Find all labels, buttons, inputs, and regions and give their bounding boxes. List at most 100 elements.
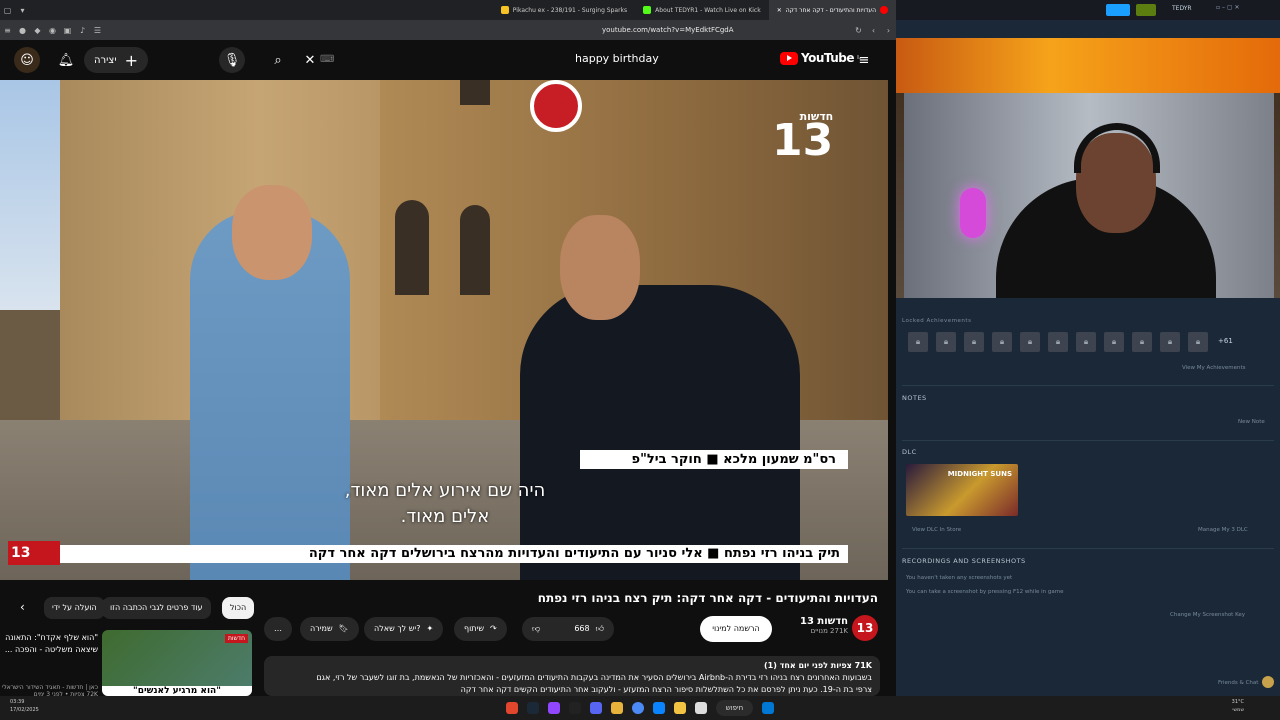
notification-icon[interactable] [1136,4,1156,16]
view-dlc-link[interactable]: View DLC In Store [912,527,961,533]
description-text: בשבועות האחרונים רצח בניהו רזי בדירת ה-A… [316,673,872,682]
app-icon[interactable] [610,702,623,714]
lock-icon[interactable]: 🔒︎ [964,332,984,352]
steam-title-bar: TEDYR ▫ – ▢ ✕ [896,0,1280,20]
video-scene [460,80,490,105]
extension-icon[interactable]: ◉ [48,26,57,35]
description-box[interactable]: 71K צפיות לפני יום אחד (1) בשבועות האחרו… [264,656,880,696]
steam-app-icon[interactable] [526,702,539,714]
youtube-logo[interactable]: YouTube IL [780,51,861,65]
taskbar-search[interactable]: חיפוש [715,700,754,716]
weather-widget[interactable]: 31°C שמשי [1232,698,1244,714]
webcam-overlay [896,38,1280,298]
video-player[interactable]: חדשות 13 רס"מ שמעון מלכא ■ חוקר ביל"פ הי… [0,80,888,580]
recommended-channel: כאן | חדשות - תאגיד השידור הישראלי [2,684,98,691]
tab-youtube[interactable]: ✕ העדויות והתיעודים - דקה אחר דקה [768,0,896,20]
extension-icon[interactable]: ◆ [33,26,42,35]
window-controls[interactable]: ▫ – ▢ ✕ [1216,4,1239,11]
recommended-video[interactable]: חדשות "הוא מרגיע לאנשים" "הוא שלף אקדח":… [0,630,256,698]
search-icon[interactable]: ⌕ [265,47,291,73]
divider [902,440,1274,441]
app-icon[interactable] [547,702,560,714]
description-text: צרפי בת ה-19. כעת ניתן לפרסם את כל השתלש… [460,685,872,694]
tab-kick[interactable]: About TEDYR1 - Watch Live on Kick [635,0,769,20]
lock-icon[interactable]: 🔒︎ [992,332,1012,352]
channel-name[interactable]: חדשות 13 [790,616,848,627]
lock-icon[interactable]: 🔒︎ [1188,332,1208,352]
edge-app-icon[interactable] [652,702,665,714]
ask-button[interactable]: יש לך שאלה? ✦ [364,617,444,641]
search-input[interactable]: happy birthday [575,52,659,65]
tab-close-icon[interactable]: ✕ [777,7,782,14]
subscribe-button[interactable]: הרשמה למינוי [700,616,772,642]
dlc-thumbnail[interactable]: MIDNIGHT SUNS [906,464,1018,516]
change-screenshot-key-link[interactable]: Change My Screenshot Key [1170,612,1245,618]
lock-icon[interactable]: 🔒︎ [908,332,928,352]
lock-icon[interactable]: 🔒︎ [1160,332,1180,352]
avatar[interactable]: ☺ [14,47,40,73]
keyboard-icon[interactable]: ⌨ [320,47,334,73]
recommended-title: "הוא שלף אקדח": התאונה שיצאה משליטה - וה… [4,633,98,654]
lock-icon[interactable]: 🔒︎ [1132,332,1152,352]
extension-icon[interactable]: ▣ [63,26,72,35]
back-icon[interactable]: ‹ [869,26,878,35]
taskbar-clock-left: 03:39 17/02/2025 [10,698,39,714]
dislike-icon[interactable]: 👎︎ [532,617,540,641]
app-icon[interactable] [505,702,518,714]
lock-icon[interactable]: 🔒︎ [1048,332,1068,352]
menu-icon[interactable]: ≡ [3,26,12,35]
explorer-app-icon[interactable] [673,702,686,714]
achievements-more[interactable]: +61 [1218,337,1233,345]
chevron-left-icon[interactable]: ‹ [20,600,25,614]
friends-chat-button[interactable]: Friends & Chat [1218,680,1258,686]
chip-uploaded-by[interactable]: הועלה על ידי [44,597,105,619]
windows-start-icon[interactable] [762,702,775,714]
video-person [232,185,312,280]
lock-icon[interactable]: 🔒︎ [936,332,956,352]
mic-icon[interactable]: 🎙︎ [219,47,245,73]
recordings-text: You haven't taken any screenshots yet [906,575,1013,581]
recommended-thumbnail[interactable]: חדשות "הוא מרגיע לאנשים" [102,630,252,696]
bell-icon[interactable]: 🔔︎ [53,47,79,73]
refresh-icon[interactable]: ↻ [854,26,863,35]
app-icon[interactable] [694,702,707,714]
app-icon[interactable] [568,702,581,714]
window-menu-icon[interactable]: ▢ [3,6,12,15]
like-count: 668 [574,624,590,633]
url-field[interactable]: youtube.com/watch?v=MyEdktFCgdA [602,20,734,40]
extension-icon[interactable]: ♪ [78,26,87,35]
chat-avatar[interactable] [1262,676,1274,688]
like-dislike-group: 👎︎ 668 👍︎ [522,617,614,641]
no-entry-sign [530,80,582,132]
view-achievements-link[interactable]: View My Achievements [1182,365,1246,371]
lock-icon[interactable]: 🔒︎ [1076,332,1096,352]
chip-all[interactable]: הכול [222,597,255,619]
extension-icon[interactable]: ● [18,26,27,35]
video-person [520,285,800,580]
extension-icon[interactable]: ☰ [93,26,102,35]
manage-dlc-link[interactable]: Manage My 3 DLC [1198,527,1248,533]
tab-pikachu[interactable]: Pikachu ex - 238/191 - Surging Sparks [493,0,635,20]
like-icon[interactable]: 👍︎ [596,617,604,641]
broadcast-icon[interactable] [1106,4,1130,16]
save-button[interactable]: שמירה 🔖︎ [300,617,359,641]
create-button[interactable]: יצירה + [84,47,148,73]
recordings-header: RECORDINGS AND SCREENSHOTS [902,557,1026,565]
chrome-app-icon[interactable] [631,702,644,714]
more-actions-button[interactable]: … [264,617,292,641]
new-note-link[interactable]: New Note [1238,419,1265,425]
youtube-logo-text: YouTube [801,51,855,65]
tab-search-icon[interactable]: ▾ [18,6,27,15]
lock-icon[interactable]: 🔒︎ [1104,332,1124,352]
chip-more-details[interactable]: עוד פרטים לגבי הכתבה הזו [102,597,211,619]
forward-icon[interactable]: › [884,26,893,35]
notes-header: NOTES [902,394,927,402]
discord-app-icon[interactable] [589,702,602,714]
share-button[interactable]: שיתוף ↷ [454,617,507,641]
video-scene [395,200,429,295]
lock-icon[interactable]: 🔒︎ [1020,332,1040,352]
steam-username[interactable]: TEDYR [1172,5,1192,12]
channel-avatar[interactable]: 13 [852,615,878,641]
channel-bug-number: 13 [772,115,834,166]
hamburger-menu-icon[interactable]: ≡ [851,47,877,73]
